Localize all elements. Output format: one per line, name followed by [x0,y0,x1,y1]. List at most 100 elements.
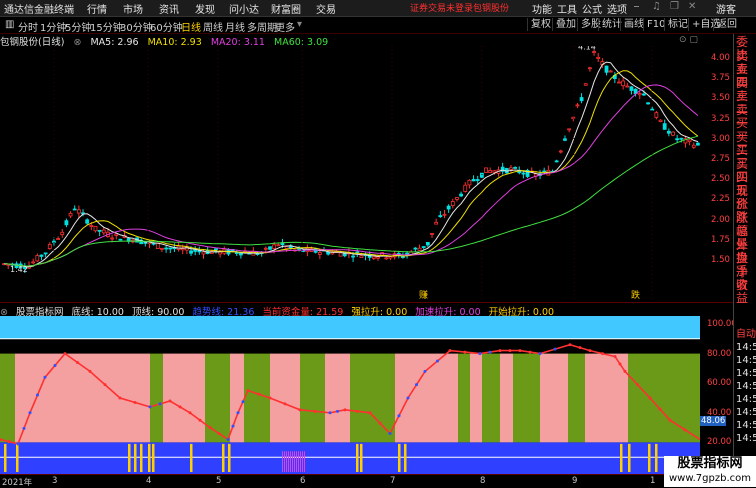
panel-icons[interactable]: ⊙ ▢ [679,35,698,45]
signal-zone [540,353,568,443]
candle-body [118,238,123,241]
login-notice[interactable]: 证券交易未登录 [410,1,473,14]
strong-rise-bar [190,443,193,472]
candle-body [658,119,663,123]
period-60min[interactable]: 60分钟 [150,19,183,34]
candle-body [97,229,102,232]
tool-overlay[interactable]: 叠加 [552,18,579,31]
bell-icon[interactable]: ♫ [652,1,661,12]
candle-body [371,256,376,259]
accel-rise-bar [304,451,305,472]
accel-rise-bar [298,451,299,472]
strong-rise-bar [655,443,658,472]
capital-point [683,428,687,432]
candle-body [654,112,659,118]
restore-icon[interactable]: ❐ [670,1,679,12]
candle-body [475,179,480,181]
floor-band [0,442,700,474]
menu-quotes[interactable]: 行情 [87,1,107,16]
capital-point [518,349,522,353]
menu-news[interactable]: 资讯 [159,1,179,16]
candle-body [542,170,547,173]
period-monthly[interactable]: 月线 [225,19,245,34]
tool-back[interactable]: 返回 [713,18,740,31]
capital-point [423,369,427,373]
capital-point [553,347,557,351]
price-tick-label: 2.25 [711,194,730,205]
capital-point [246,389,250,393]
capital-point [406,396,410,400]
capital-point [578,346,582,350]
tool-adjust[interactable]: 复权 [527,18,554,31]
candle-body [459,193,464,197]
dropdown-icon[interactable]: ▾ [297,19,302,30]
capital-point [188,411,192,415]
x-axis-month: 4 [146,476,152,486]
candle-body [583,83,588,86]
guest-label[interactable]: 游客 [716,1,736,16]
period-15min[interactable]: 15分钟 [90,19,123,34]
period-daily[interactable]: 日线 [181,19,201,34]
menu-trade[interactable]: 交易 [316,1,336,16]
period-30min[interactable]: 30分钟 [120,19,153,34]
signal-zone [163,353,205,443]
menu-tools[interactable]: 工具 [557,1,577,16]
indicator-chart[interactable] [0,316,733,474]
period-1min[interactable]: 1分钟 [40,19,66,34]
candle-body [662,123,667,130]
candle-body [646,102,650,105]
period-multi[interactable]: 多周期 [247,19,277,34]
capital-point [28,411,32,415]
capital-point [118,396,122,400]
signal-zone [513,353,540,443]
candle-body [625,85,630,88]
candle-body [376,256,380,259]
candle-body [155,242,160,249]
candle-body [563,138,567,141]
candle-body [189,250,193,254]
menu-market[interactable]: 市场 [123,1,143,16]
strong-rise-bar [152,443,155,472]
menu-options[interactable]: 选项 [607,1,627,16]
capital-point [217,432,221,436]
menu-discover[interactable]: 发现 [195,1,215,16]
capital-point [356,409,359,413]
capital-point [397,414,401,418]
close-icon[interactable]: ✕ [688,1,696,12]
quote-panel: 委比 卖五 卖四 卖三 卖二 卖一 买一 买二 买三 买四 买五 现价 涨跌 涨幅 总量 外盘 换手 净资 收益 自动… [733,34,756,487]
candle-body [413,247,418,250]
capital-point [436,359,439,363]
candle-body [272,244,277,250]
x-axis-year: 2021年 [2,478,33,488]
candle-body [450,201,455,206]
capital-point [88,369,92,373]
accel-rise-bar [294,451,295,472]
candle-body [421,246,426,248]
period-more[interactable]: 更多 [275,19,295,34]
period-5min[interactable]: 5分钟 [65,19,91,34]
capital-point [133,400,137,404]
accel-rise-bar [286,451,287,472]
tool-mark[interactable]: 标记 [664,18,691,31]
strong-rise-bar [620,443,623,472]
minimize-icon[interactable]: ⎯ [634,1,639,12]
price-tick-label: 3.75 [711,73,730,84]
signal-zone [325,353,350,443]
menu-function[interactable]: 功能 [532,1,552,16]
candle-body [679,137,684,140]
menu-ask[interactable]: 问小达 [229,1,259,16]
candlestick-chart[interactable]: 4.14 1.42 赚 跌 [0,46,733,302]
chart-icon[interactable]: ▥ [5,19,14,30]
period-weekly[interactable]: 周线 [203,19,223,34]
capital-point [388,432,392,436]
candle-body [463,184,468,192]
accel-rise-bar [290,451,291,472]
candle-body [168,247,173,250]
capital-point [257,392,261,396]
quote-panel-time: 14:50 [736,394,756,405]
menu-formula[interactable]: 公式 [582,1,602,16]
menu-wealth[interactable]: 财富圈 [271,1,301,16]
period-timeshare[interactable]: 分时 [18,19,38,34]
quote-panel-time: 14:50 [736,342,756,353]
buy-signal-label: 赚 [419,289,428,301]
